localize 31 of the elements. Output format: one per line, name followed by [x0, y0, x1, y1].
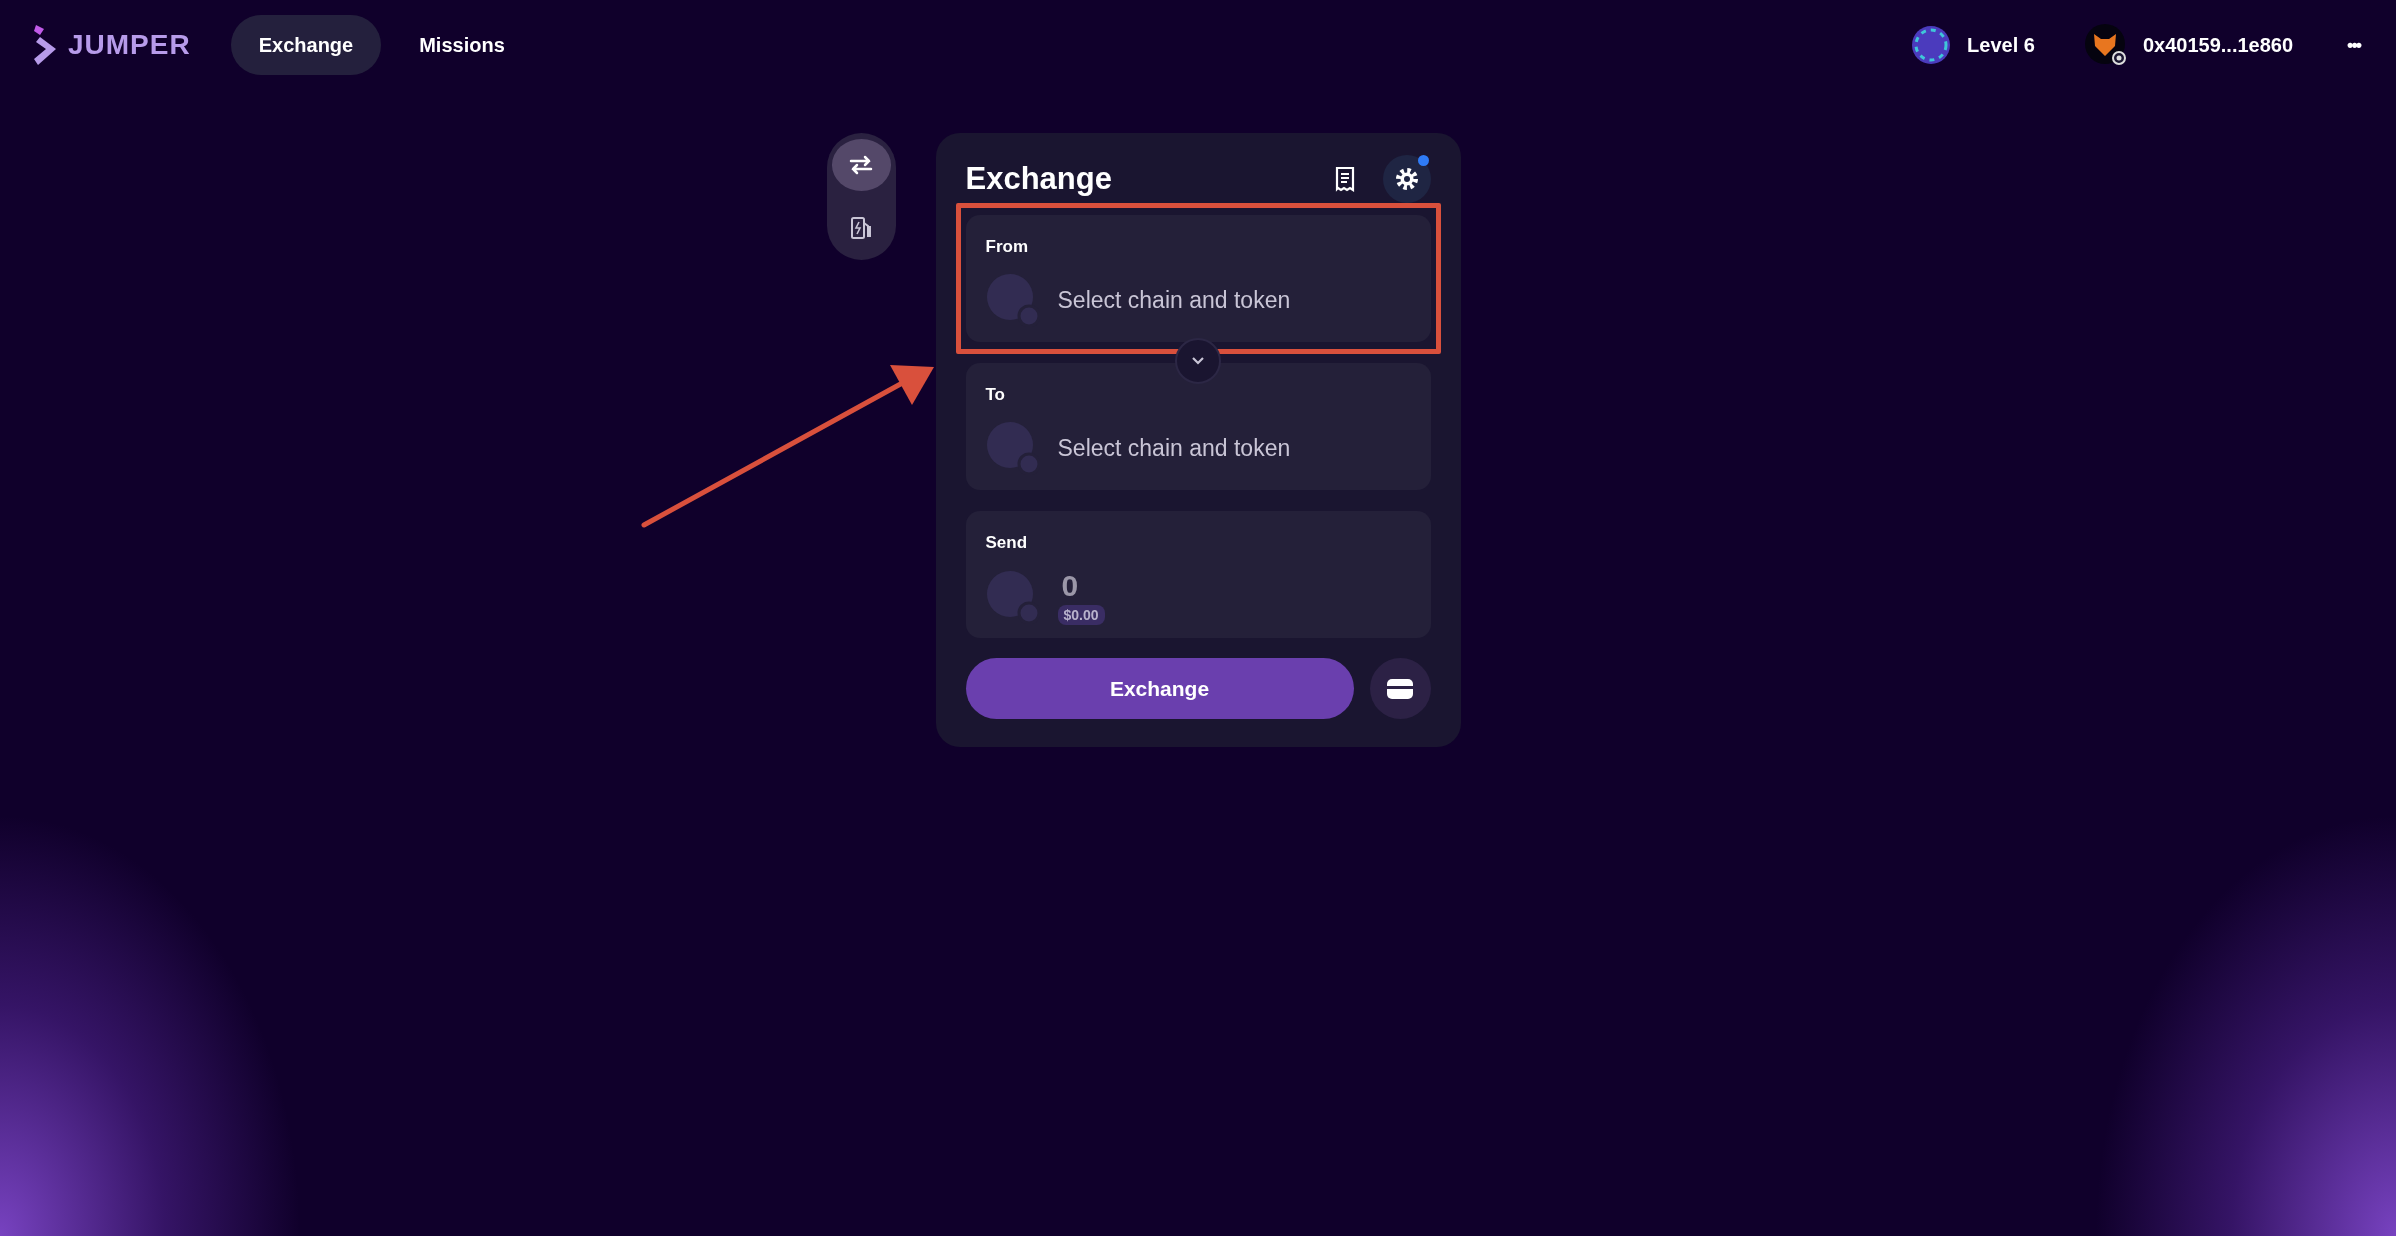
- swap-arrows-icon: [848, 153, 874, 176]
- rail-button[interactable]: [831, 139, 891, 191]
- token-placeholder-icon: [985, 570, 1040, 624]
- chevron-down-icon: [1191, 356, 1205, 366]
- token-placeholder-icon: [985, 273, 1040, 327]
- fox-avatar-icon: [2084, 24, 2127, 66]
- receipt-icon: [1333, 166, 1356, 192]
- more-button[interactable]: •••: [2341, 33, 2366, 57]
- fuel-pump-icon: [849, 215, 873, 242]
- token-select-placeholder: Select chain and token: [1057, 286, 1291, 314]
- amount-value: 0: [1060, 569, 1079, 603]
- widget-title: Exchange: [965, 161, 1112, 197]
- wallet-icon: [1386, 677, 1414, 700]
- settings-button[interactable]: [1382, 155, 1431, 203]
- settings-icon: [1393, 166, 1420, 192]
- logo-text: JUMPER: [68, 29, 191, 61]
- token-select-card[interactable]: To Select chain and token: [965, 363, 1431, 490]
- token-select-card[interactable]: From Select chain and token: [965, 215, 1431, 342]
- level-avatar-icon: [1911, 25, 1952, 65]
- amount-card[interactable]: Send 0 $0.00: [965, 511, 1431, 638]
- level-button[interactable]: Level 6: [1905, 24, 2041, 66]
- card-label: From: [985, 237, 1029, 257]
- card-label: Send: [985, 533, 1029, 553]
- usd-value: $0.00: [1057, 605, 1105, 625]
- token-select-placeholder: Select chain and token: [1057, 434, 1291, 462]
- card-label: To: [985, 385, 1006, 405]
- token-placeholder-icon: [985, 421, 1040, 475]
- exchange-button[interactable]: Exchange: [965, 658, 1354, 719]
- nav-tab[interactable]: Missions: [391, 15, 533, 75]
- nav-tab[interactable]: Exchange: [230, 15, 382, 75]
- wallet-button[interactable]: 0x40159...1e860: [2078, 23, 2300, 67]
